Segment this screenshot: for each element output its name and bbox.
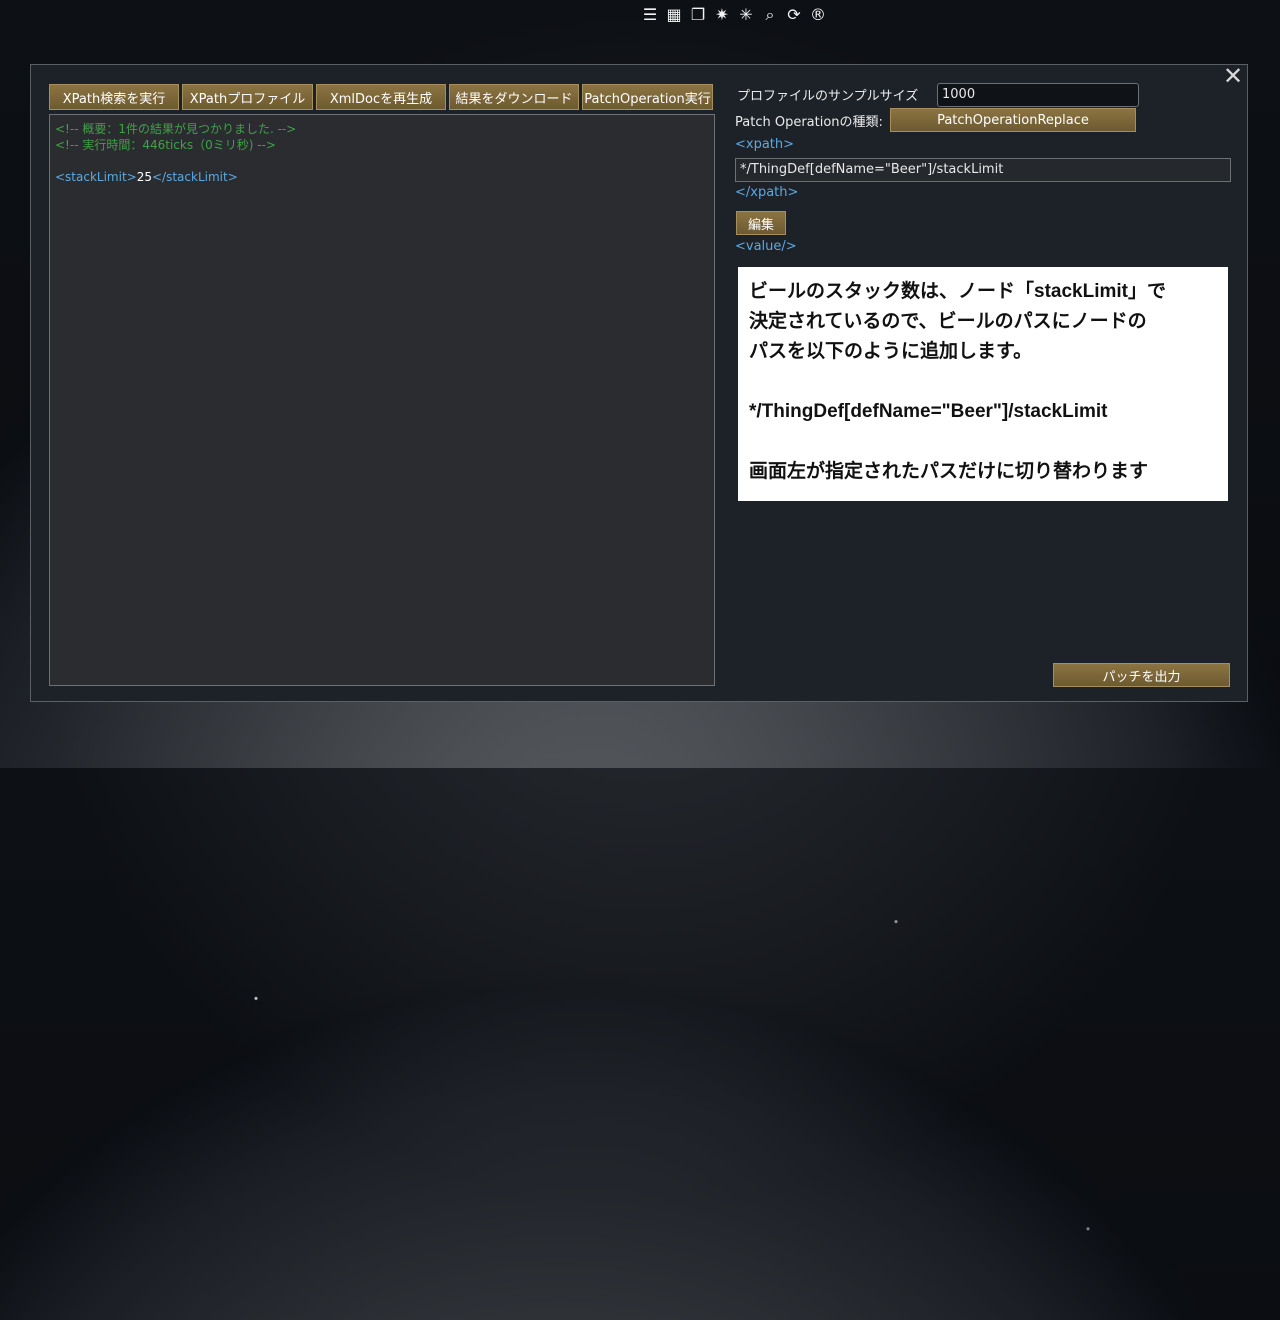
table-icon[interactable]: ▦ [664,5,684,25]
top-toolbar: ☰ ▦ ❐ ✷ ✳ ⌕ ⟳ ® [640,4,828,26]
annotation-note: ビールのスタック数は、ノード「stackLimit」で 決定されているので、ビー… [738,267,1228,501]
summary-comment: <!-- 概要：1件の結果が見つかりました. --> [55,122,297,136]
play-burst-icon[interactable]: ✷ [712,5,732,25]
patch-type-label: Patch Operationの種類: [735,115,883,130]
patch-type-select[interactable]: PatchOperationReplace [890,108,1136,132]
download-result-button[interactable]: 結果をダウンロード [449,84,579,110]
run-patch-operation-button[interactable]: PatchOperation実行 [582,84,713,110]
note-line-7: 画面左が指定されたパスだけに切り替わります [749,461,1149,482]
run-xpath-button[interactable]: XPath検索を実行 [49,84,179,110]
copy-stack-icon[interactable]: ❐ [688,5,708,25]
sample-size-label: プロファイルのサンプルサイズ [737,89,919,104]
note-line-4 [749,367,1218,397]
node-value: 25 [136,170,152,184]
edit-button[interactable]: 編集 [736,211,786,235]
close-tag: </stackLimit> [152,170,238,184]
note-line-5: */ThingDef[defName="Beer"]/stackLimit [749,401,1108,422]
burst-icon[interactable]: ✳ [736,5,756,25]
result-output-panel[interactable]: <!-- 概要：1件の結果が見つかりました. --> <!-- 実行時間：446… [49,114,715,686]
sample-size-input[interactable]: 1000 [937,83,1139,107]
note-line-3: パスを以下のように追加します。 [749,341,1033,362]
xpath-open-tag: <xpath> [735,137,795,152]
value-tag: <value/> [735,239,797,254]
xpath-input[interactable]: */ThingDef[defName="Beer"]/stackLimit [735,158,1231,182]
refresh-icon[interactable]: ⟳ [784,5,804,25]
note-line-6 [749,427,1218,457]
xpath-profile-button[interactable]: XPathプロファイル [182,84,313,110]
note-line-1: ビールのスタック数は、ノード「stackLimit」で [749,281,1166,302]
xpath-close-tag: </xpath> [735,185,799,200]
close-icon[interactable]: ✕ [1222,64,1244,88]
regenerate-xmldoc-button[interactable]: XmlDocを再生成 [316,84,446,110]
log-list-icon[interactable]: ☰ [640,5,660,25]
registered-reload-icon[interactable]: ® [808,5,828,25]
execution-time-comment: <!-- 実行時間：446ticks（0ミリ秒) --> [55,138,276,152]
search-icon[interactable]: ⌕ [760,5,780,25]
open-tag: <stackLimit> [55,170,137,184]
result-node: <stackLimit>25</stackLimit> [55,169,714,185]
note-line-2: 決定されているので、ビールのパスにノードの [749,311,1147,332]
export-patch-button[interactable]: パッチを出力 [1053,663,1230,687]
